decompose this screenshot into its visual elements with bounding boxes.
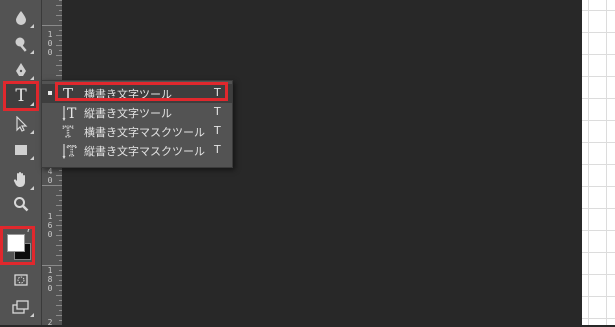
- screen-mode-icon: [12, 300, 29, 314]
- svg-text:T: T: [63, 85, 73, 102]
- ruler-label: 2: [47, 318, 53, 327]
- document-canvas[interactable]: [582, 0, 615, 325]
- flyout-item-label: 縦書き文字ツール: [84, 107, 172, 120]
- vertical-type-mask-icon: T: [62, 144, 77, 159]
- flyout-item-shortcut: T: [214, 143, 221, 156]
- flyout-item-vertical-type-mask[interactable]: T 縦書き文字マスクツール T: [42, 141, 232, 160]
- flyout-item-label: 縦書き文字マスクツール: [84, 145, 205, 158]
- ruler-label: 160: [47, 212, 53, 239]
- horizontal-type-icon: T: [63, 85, 73, 102]
- vertical-type-icon: T: [62, 106, 77, 121]
- quick-mask-icon: [14, 274, 28, 286]
- flyout-item-vertical-type[interactable]: T 縦書き文字ツール T: [42, 103, 232, 122]
- color-swatches[interactable]: [0, 226, 35, 265]
- flyout-item-horizontal-type-mask[interactable]: T 横書き文字マスクツール T: [42, 122, 232, 141]
- blur-tool-button[interactable]: [6, 6, 36, 30]
- screen-mode-button[interactable]: [6, 295, 36, 319]
- rectangle-icon: [15, 145, 27, 155]
- type-tool-flyout-menu: T 横書き文字ツール T T 縦書き文字ツール T T 横書き文字マスクツール …: [41, 80, 233, 168]
- tools-panel: T: [0, 0, 42, 325]
- magnifier-icon: [14, 197, 29, 212]
- rectangle-tool-button[interactable]: [6, 138, 36, 162]
- flyout-item-shortcut: T: [214, 86, 221, 99]
- selected-bullet-icon: [48, 91, 52, 95]
- water-drop-icon: [16, 11, 26, 25]
- ruler-tick: [42, 185, 62, 186]
- dodge-icon: [15, 37, 27, 52]
- flyout-item-label: 横書き文字ツール: [84, 88, 172, 101]
- flyout-item-shortcut: T: [214, 105, 221, 118]
- flyout-item-horizontal-type[interactable]: T 横書き文字ツール T: [42, 84, 232, 103]
- ruler-tick: [42, 25, 62, 26]
- flyout-item-label: 横書き文字マスクツール: [84, 126, 205, 139]
- svg-text:T: T: [67, 106, 77, 121]
- type-icon: T: [15, 86, 27, 106]
- svg-text:T: T: [67, 144, 77, 159]
- type-tool-button[interactable]: T: [3, 81, 39, 111]
- pen-icon: [16, 63, 26, 76]
- zoom-tool-button[interactable]: [6, 192, 36, 216]
- path-selection-tool-button[interactable]: [6, 112, 36, 136]
- flyout-item-shortcut: T: [214, 124, 221, 137]
- quick-mask-button[interactable]: [6, 268, 36, 292]
- ruler-label: 180: [47, 266, 53, 293]
- swap-colors-icon[interactable]: [27, 219, 37, 233]
- horizontal-type-mask-icon: T: [63, 123, 74, 140]
- svg-text:T: T: [63, 123, 73, 140]
- hand-tool-button[interactable]: [6, 168, 36, 192]
- ruler-label: 100: [47, 30, 53, 57]
- pen-tool-button[interactable]: [6, 58, 36, 82]
- foreground-color-swatch[interactable]: [7, 234, 25, 252]
- hand-icon: [13, 172, 25, 187]
- dodge-tool-button[interactable]: [6, 32, 36, 56]
- arrow-icon: [16, 116, 28, 132]
